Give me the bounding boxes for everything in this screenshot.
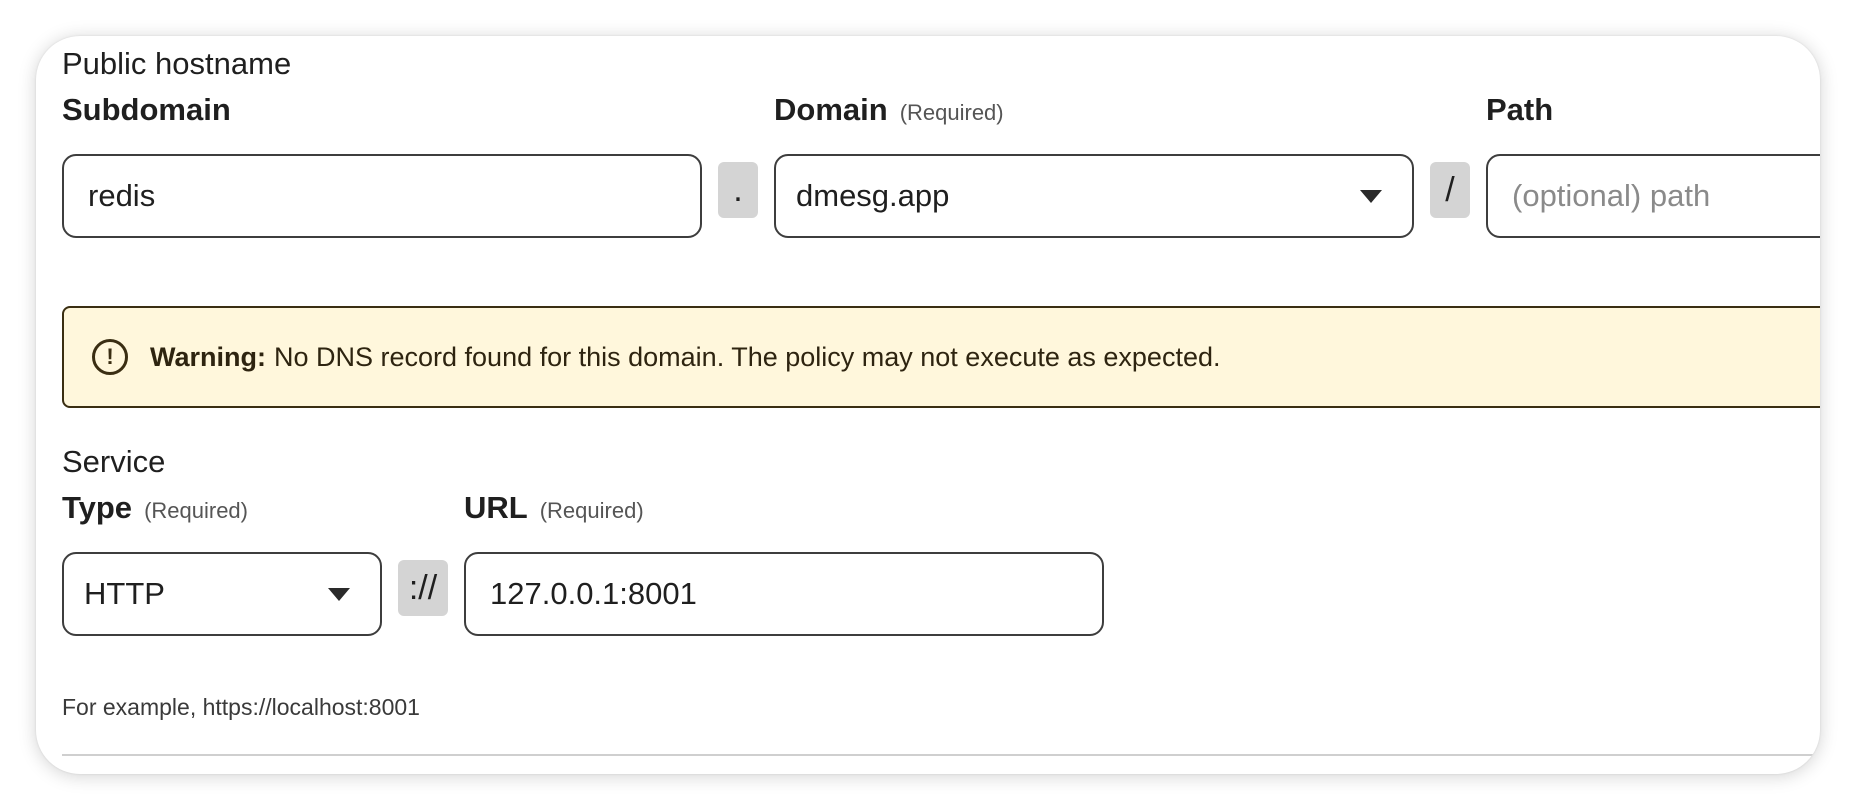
warning-message: No DNS record found for this domain. The… [273, 341, 1221, 372]
service-url-input[interactable]: 127.0.0.1:8001 [464, 552, 1104, 636]
slash-separator: / [1430, 162, 1470, 218]
warning-title: Warning: [150, 341, 266, 372]
type-required-label: (Required) [144, 498, 248, 523]
path-input[interactable]: (optional) path [1486, 154, 1820, 238]
url-example-hint: For example, https://localhost:8001 [62, 694, 420, 720]
dot-separator: . [718, 162, 758, 218]
type-label-group: Type (Required) [62, 490, 248, 526]
exclamation-circle-icon: ! [92, 339, 128, 375]
subdomain-label-group: Subdomain [62, 92, 231, 128]
subdomain-input[interactable]: redis [62, 154, 702, 238]
dns-warning-banner: ! Warning: No DNS record found for this … [62, 306, 1820, 408]
chevron-down-icon [328, 588, 350, 601]
url-label: URL [464, 490, 528, 525]
service-section-title: Service [62, 444, 166, 479]
chevron-down-icon [1360, 190, 1382, 203]
domain-required-label: (Required) [899, 100, 1004, 125]
subdomain-label: Subdomain [62, 92, 231, 127]
domain-select[interactable]: dmesg.app [774, 154, 1414, 238]
section-divider [62, 754, 1820, 756]
tunnel-hostname-form-card: Public hostname Subdomain redis . Domain… [36, 36, 1820, 774]
domain-label-group: Domain (Required) [774, 92, 1004, 128]
url-required-label: (Required) [539, 498, 644, 523]
url-label-group: URL (Required) [464, 490, 644, 526]
path-label: Path [1486, 92, 1554, 127]
scheme-separator: :// [398, 560, 448, 616]
public-hostname-section-title: Public hostname [62, 46, 292, 81]
domain-select-value: dmesg.app [796, 178, 950, 213]
service-type-select[interactable]: HTTP [62, 552, 382, 636]
subdomain-input-value: redis [88, 178, 156, 213]
service-type-value: HTTP [84, 576, 165, 611]
path-input-placeholder: (optional) path [1512, 178, 1711, 213]
domain-label: Domain [774, 92, 888, 127]
type-label: Type [62, 490, 133, 525]
path-label-group: Path [1486, 92, 1553, 128]
service-url-value: 127.0.0.1:8001 [490, 576, 697, 611]
